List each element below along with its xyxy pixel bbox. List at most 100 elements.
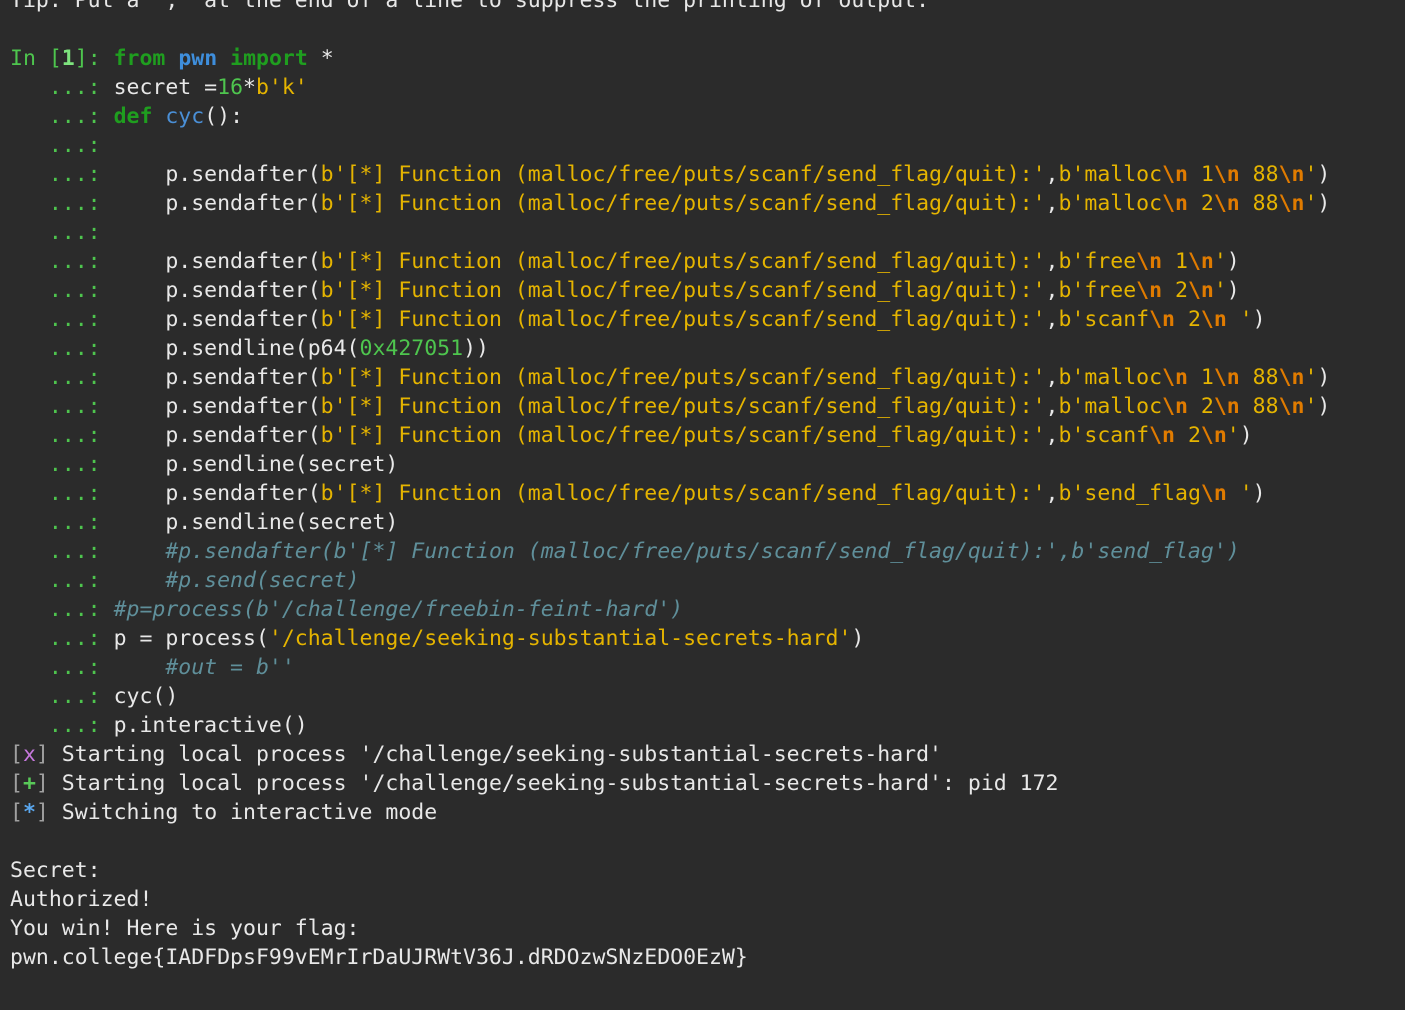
status-bracket: ] (35, 742, 49, 767)
code-line: ...: secret =16*b'k' (10, 73, 1405, 102)
code-token: \n (1200, 423, 1227, 448)
code-token: b'[*] Function (malloc/free/puts/scanf/s… (320, 162, 1046, 187)
code-token: ) (1317, 365, 1331, 390)
code-token: #p.send(secret) (113, 568, 360, 593)
code-token: \n (1149, 423, 1175, 448)
code-token: #out = b'' (113, 655, 295, 680)
code-token: p.sendafter( (113, 423, 321, 448)
code-token: 88 (1239, 394, 1279, 419)
continuation-prompt: ...: (10, 75, 114, 100)
code-token: def (113, 104, 153, 129)
code-token: import (230, 46, 308, 71)
code-token: ) (1317, 394, 1331, 419)
status-text: Starting local process '/challenge/seeki… (48, 771, 1059, 796)
input-prompt-number: 1 (61, 46, 75, 71)
code-token: 2 (1175, 423, 1201, 448)
continuation-prompt: ...: (10, 365, 114, 390)
code-token: , (1045, 423, 1059, 448)
code-token: b'malloc (1058, 191, 1163, 216)
code-token: p.sendafter( (113, 278, 321, 303)
code-token: b'malloc (1058, 394, 1163, 419)
code-token: \n (1213, 162, 1240, 187)
code-token: 88 (1239, 191, 1279, 216)
code-token: \n (1149, 307, 1175, 332)
continuation-prompt: ...: (10, 568, 114, 593)
continuation-prompt: ...: (10, 220, 114, 245)
status-symbol: x (22, 742, 36, 767)
code-line: ...: p.sendline(secret) (10, 450, 1405, 479)
code-line: ...: p.sendline(secret) (10, 508, 1405, 537)
code-token: b'malloc (1058, 365, 1163, 390)
code-token: 0x427051 (359, 336, 464, 361)
code-token: 88 (1239, 365, 1279, 390)
process-status: [ x] Starting local process '/challenge/s… (10, 740, 1405, 827)
code-line: ...: #p=process(b'/challenge/freebin-fei… (10, 595, 1405, 624)
output-line: Secret: (10, 858, 101, 883)
code-token: p.sendline(secret) (113, 452, 399, 477)
status-line: [x] Starting local process '/challenge/s… (10, 740, 1405, 769)
code-token: b'scanf (1058, 423, 1150, 448)
code-token: \n (1200, 481, 1227, 506)
code-token: ' (1304, 162, 1318, 187)
code-token: b'[*] Function (malloc/free/puts/scanf/s… (320, 423, 1046, 448)
code-token: , (1045, 365, 1059, 390)
status-symbol: + (22, 771, 36, 796)
code-token: p.sendafter( (113, 162, 321, 187)
code-cell[interactable]: In [1]: from pwn import * ...: secret =1… (10, 44, 1405, 740)
continuation-prompt: ...: (10, 249, 114, 274)
code-token: ) (851, 626, 865, 651)
code-token: p.interactive() (113, 713, 308, 738)
code-token: 2 (1187, 394, 1214, 419)
terminal-output[interactable]: Tip: Put a ';' at the end of a line to s… (10, 0, 1405, 972)
code-token: \n (1187, 249, 1214, 274)
code-token: b'[*] Function (malloc/free/puts/scanf/s… (320, 191, 1046, 216)
code-token: 2 (1175, 307, 1201, 332)
continuation-prompt: ...: (10, 481, 114, 506)
code-token: #p.sendafter(b'[*] Function (malloc/free… (113, 539, 1240, 564)
status-symbol: * (22, 800, 36, 825)
code-token: p.sendafter( (113, 365, 321, 390)
code-token: ' (1226, 481, 1253, 506)
input-prompt-bracket: [ (48, 46, 62, 71)
continuation-prompt: ...: (10, 626, 114, 651)
code-line: ...: #p.send(secret) (10, 566, 1405, 595)
code-token: p.sendafter( (113, 394, 321, 419)
continuation-prompt: ...: (10, 133, 114, 158)
code-token: \n (1162, 365, 1188, 390)
code-token: b'free (1058, 278, 1137, 303)
continuation-prompt: ...: (10, 104, 114, 129)
status-bracket: [ (10, 800, 23, 825)
code-token: ' (1304, 365, 1318, 390)
code-token: b'[*] Function (malloc/free/puts/scanf/s… (320, 394, 1046, 419)
code-token: )) (463, 336, 489, 361)
code-token: ) (1226, 249, 1240, 274)
code-line: ...: p.sendafter(b'[*] Function (malloc/… (10, 247, 1405, 276)
code-token: ' (1213, 278, 1227, 303)
code-line: ...: p.sendafter(b'[*] Function (malloc/… (10, 305, 1405, 334)
code-token: cyc (165, 104, 205, 129)
code-token: \n (1200, 307, 1227, 332)
continuation-prompt: ...: (10, 394, 114, 419)
code-token: b'scanf (1058, 307, 1150, 332)
input-prompt-label: In (10, 46, 49, 71)
code-token: b'[*] Function (malloc/free/puts/scanf/s… (320, 481, 1046, 506)
code-line: ...: p.sendafter(b'[*] Function (malloc/… (10, 363, 1405, 392)
code-token: \n (1162, 191, 1188, 216)
code-token: ' (1213, 249, 1227, 274)
code-token: ) (1252, 307, 1266, 332)
code-token: 2 (1162, 278, 1188, 303)
code-token: ) (1239, 423, 1253, 448)
continuation-prompt: ...: (10, 278, 114, 303)
code-token: 1 (1162, 249, 1188, 274)
code-token: 1 (1187, 162, 1214, 187)
code-token: \n (1278, 191, 1305, 216)
code-token: , (1045, 278, 1059, 303)
code-line: ...: p.sendafter(b'[*] Function (malloc/… (10, 160, 1405, 189)
code-line: ...: p.sendafter(b'[*] Function (malloc/… (10, 479, 1405, 508)
continuation-prompt: ...: (10, 452, 114, 477)
code-token: \n (1162, 162, 1188, 187)
